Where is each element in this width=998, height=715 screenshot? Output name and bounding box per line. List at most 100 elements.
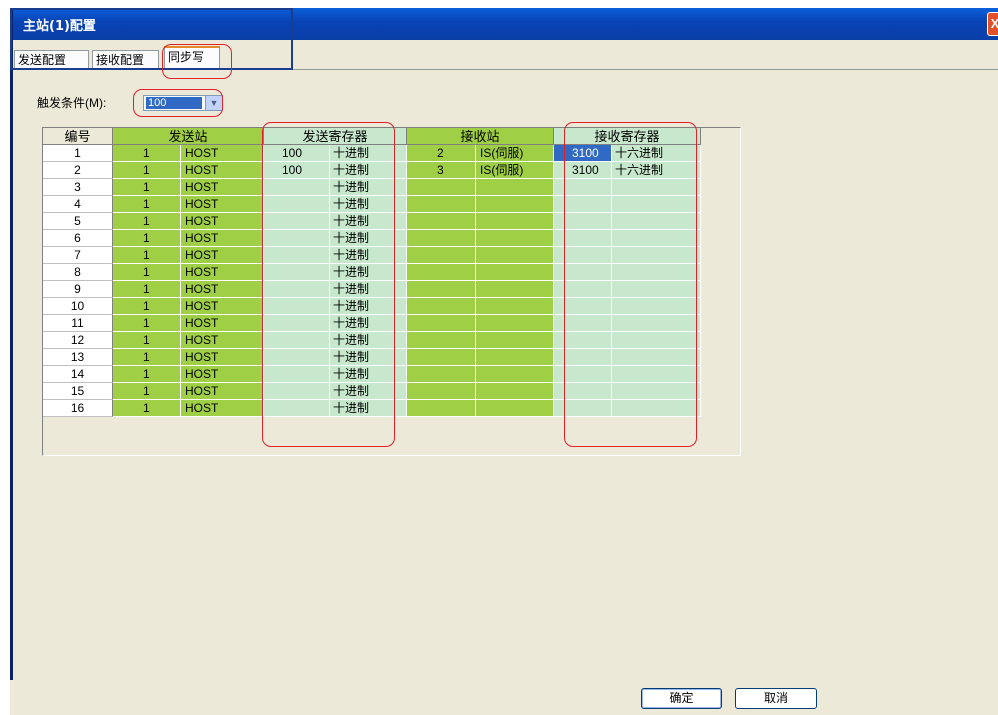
chevron-down-icon[interactable]: ▼: [205, 96, 222, 110]
cell-send-station-name[interactable]: HOST: [181, 264, 264, 281]
cell-receive-station-name[interactable]: [476, 349, 554, 366]
cell-send-register-address[interactable]: 100: [264, 162, 330, 179]
cell-send-station-id[interactable]: 1: [113, 349, 181, 366]
cell-receive-station-id[interactable]: [407, 281, 476, 298]
cell-receive-register-format[interactable]: [612, 383, 701, 400]
cell-receive-station-name[interactable]: [476, 315, 554, 332]
cell-send-station-id[interactable]: 1: [113, 332, 181, 349]
cell-receive-station-name[interactable]: [476, 264, 554, 281]
cell-send-station-id[interactable]: 1: [113, 264, 181, 281]
cell-receive-station-id[interactable]: [407, 366, 476, 383]
cell-receive-station-id[interactable]: [407, 213, 476, 230]
cell-receive-register-address[interactable]: [554, 298, 612, 315]
cell-receive-register-address[interactable]: 3100: [554, 145, 612, 162]
ok-button[interactable]: 确定: [641, 688, 722, 709]
cell-receive-station-id[interactable]: [407, 298, 476, 315]
cell-send-register-format[interactable]: 十进制: [330, 349, 407, 366]
cell-send-station-name[interactable]: HOST: [181, 213, 264, 230]
cell-receive-station-id[interactable]: [407, 400, 476, 417]
cell-receive-register-format[interactable]: [612, 230, 701, 247]
cell-send-register-format[interactable]: 十进制: [330, 247, 407, 264]
cell-send-register-format[interactable]: 十进制: [330, 230, 407, 247]
cell-send-register-address[interactable]: [264, 213, 330, 230]
cell-send-register-format[interactable]: 十进制: [330, 162, 407, 179]
cell-receive-register-address[interactable]: [554, 179, 612, 196]
cell-receive-register-address[interactable]: [554, 332, 612, 349]
cell-send-register-format[interactable]: 十进制: [330, 366, 407, 383]
cell-send-register-format[interactable]: 十进制: [330, 383, 407, 400]
cell-receive-station-name[interactable]: [476, 179, 554, 196]
cell-send-station-id[interactable]: 1: [113, 400, 181, 417]
cell-send-register-format[interactable]: 十进制: [330, 281, 407, 298]
cell-send-register-format[interactable]: 十进制: [330, 315, 407, 332]
cell-send-station-id[interactable]: 1: [113, 145, 181, 162]
cell-send-register-address[interactable]: [264, 383, 330, 400]
cell-send-station-name[interactable]: HOST: [181, 230, 264, 247]
cell-receive-station-id[interactable]: [407, 196, 476, 213]
cell-receive-register-format[interactable]: 十六进制: [612, 162, 701, 179]
cell-receive-station-name[interactable]: [476, 383, 554, 400]
cell-send-register-address[interactable]: [264, 349, 330, 366]
cell-receive-register-address[interactable]: [554, 213, 612, 230]
cell-send-register-format[interactable]: 十进制: [330, 400, 407, 417]
cell-send-register-address[interactable]: [264, 298, 330, 315]
cell-receive-register-format[interactable]: [612, 298, 701, 315]
cancel-button[interactable]: 取消: [735, 688, 817, 709]
tab-send-config[interactable]: 发送配置: [14, 50, 89, 68]
cell-receive-register-format[interactable]: [612, 247, 701, 264]
cell-receive-register-format[interactable]: [612, 400, 701, 417]
cell-receive-station-name[interactable]: IS(伺服): [476, 145, 554, 162]
cell-receive-station-name[interactable]: [476, 366, 554, 383]
cell-receive-station-id[interactable]: [407, 264, 476, 281]
cell-receive-station-id[interactable]: [407, 315, 476, 332]
cell-send-station-name[interactable]: HOST: [181, 196, 264, 213]
cell-receive-station-name[interactable]: [476, 298, 554, 315]
cell-send-register-address[interactable]: 100: [264, 145, 330, 162]
cell-send-register-address[interactable]: [264, 196, 330, 213]
cell-receive-station-name[interactable]: IS(伺服): [476, 162, 554, 179]
cell-send-station-id[interactable]: 1: [113, 383, 181, 400]
cell-receive-station-name[interactable]: [476, 332, 554, 349]
cell-receive-register-format[interactable]: [612, 366, 701, 383]
cell-send-station-id[interactable]: 1: [113, 281, 181, 298]
cell-receive-station-id[interactable]: [407, 349, 476, 366]
cell-send-station-name[interactable]: HOST: [181, 145, 264, 162]
cell-receive-register-address[interactable]: [554, 400, 612, 417]
cell-send-register-format[interactable]: 十进制: [330, 196, 407, 213]
cell-send-station-name[interactable]: HOST: [181, 349, 264, 366]
cell-receive-register-address[interactable]: [554, 366, 612, 383]
cell-receive-station-name[interactable]: [476, 230, 554, 247]
cell-receive-register-format[interactable]: [612, 349, 701, 366]
cell-receive-register-address[interactable]: [554, 315, 612, 332]
tab-receive-config[interactable]: 接收配置: [92, 50, 159, 68]
cell-send-register-address[interactable]: [264, 230, 330, 247]
title-bar[interactable]: 主站(1)配置 X: [13, 8, 998, 40]
cell-receive-register-address[interactable]: [554, 349, 612, 366]
cell-receive-station-name[interactable]: [476, 213, 554, 230]
cell-send-station-id[interactable]: 1: [113, 230, 181, 247]
cell-send-register-address[interactable]: [264, 315, 330, 332]
cell-receive-station-id[interactable]: [407, 383, 476, 400]
cell-send-station-name[interactable]: HOST: [181, 315, 264, 332]
cell-send-register-format[interactable]: 十进制: [330, 264, 407, 281]
cell-send-station-id[interactable]: 1: [113, 213, 181, 230]
cell-receive-station-id[interactable]: [407, 230, 476, 247]
cell-send-register-format[interactable]: 十进制: [330, 179, 407, 196]
cell-send-station-name[interactable]: HOST: [181, 281, 264, 298]
cell-receive-station-name[interactable]: [476, 196, 554, 213]
cell-send-register-format[interactable]: 十进制: [330, 298, 407, 315]
cell-send-station-name[interactable]: HOST: [181, 366, 264, 383]
cell-receive-station-id[interactable]: [407, 332, 476, 349]
cell-send-register-format[interactable]: 十进制: [330, 213, 407, 230]
cell-send-station-id[interactable]: 1: [113, 247, 181, 264]
trigger-condition-select[interactable]: 100 ▼: [143, 95, 223, 111]
cell-receive-register-format[interactable]: 十六进制: [612, 145, 701, 162]
cell-send-station-name[interactable]: HOST: [181, 383, 264, 400]
cell-send-register-format[interactable]: 十进制: [330, 332, 407, 349]
cell-send-station-id[interactable]: 1: [113, 179, 181, 196]
tab-sync-write[interactable]: 同步写: [164, 46, 220, 69]
cell-send-register-address[interactable]: [264, 332, 330, 349]
cell-receive-register-format[interactable]: [612, 332, 701, 349]
cell-receive-register-address[interactable]: [554, 264, 612, 281]
cell-receive-register-format[interactable]: [612, 179, 701, 196]
